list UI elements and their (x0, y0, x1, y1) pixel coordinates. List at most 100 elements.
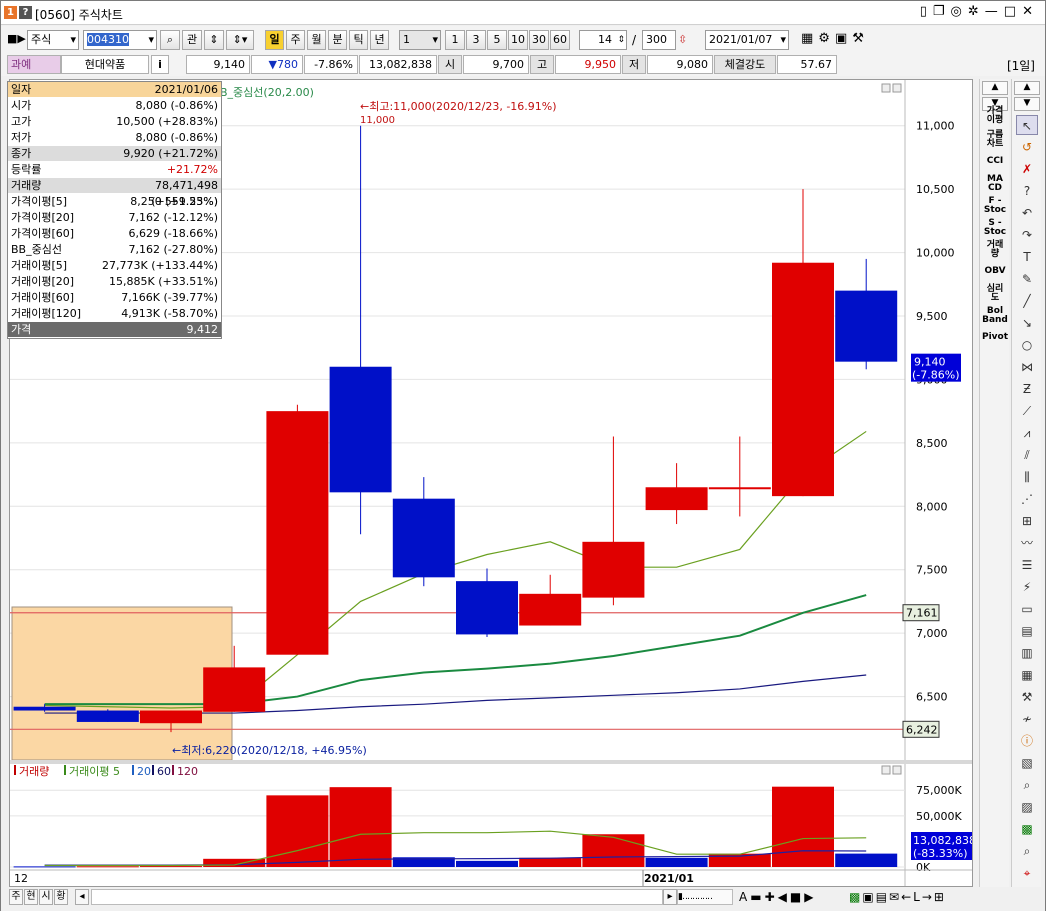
back-icon[interactable]: ← (901, 890, 913, 904)
stock-code-input[interactable]: 004310 ▾ (83, 30, 157, 50)
first-icon[interactable]: ◀ (778, 890, 790, 904)
bottom-tab[interactable]: 주 (9, 889, 23, 905)
lock-icon[interactable]: L (913, 890, 922, 904)
table-icon[interactable]: ▦ (1016, 665, 1038, 685)
spin-icon[interactable]: ⇕ (617, 31, 625, 49)
zoom-in-icon[interactable]: ✚ (765, 890, 778, 904)
channel-icon[interactable]: ⋰ (1016, 489, 1038, 509)
settings-icon[interactable]: ⚙ (818, 31, 835, 46)
period-minute-button[interactable]: 분 (328, 30, 347, 50)
interval-preset-30-button[interactable]: 30 (529, 30, 549, 50)
tools-scroll-up-icon[interactable]: ▲ (1014, 81, 1040, 95)
pencil-icon[interactable]: ✎ (1016, 269, 1038, 289)
period-week-button[interactable]: 주 (286, 30, 305, 50)
fan-icon[interactable]: ⩘ (1016, 423, 1038, 443)
price-tool-icon[interactable]: ≁ (1016, 709, 1038, 729)
link-icon[interactable]: ■▶ (7, 32, 26, 45)
tools-scroll-down-icon[interactable]: ▼ (1014, 97, 1040, 111)
favorites-button[interactable]: 관 (182, 30, 202, 50)
indicator-item[interactable]: 거래 량 (981, 241, 1009, 259)
pin-icon[interactable]: ▯ (920, 4, 933, 19)
window-icon[interactable]: ▭ (1016, 599, 1038, 619)
arrow-tool-icon[interactable]: ↘ (1016, 313, 1038, 333)
line-tool-icon[interactable]: ╱ (1016, 291, 1038, 311)
scrollbar-track[interactable] (91, 889, 663, 905)
play-icon[interactable]: ▶ (804, 890, 816, 904)
bottom-tab[interactable]: 황 (54, 889, 68, 905)
panel-scroll-up-icon[interactable]: ▲ (982, 81, 1008, 95)
crosshair-icon[interactable]: ⌖ (1016, 863, 1038, 883)
circle-tool-icon[interactable]: ○ (1016, 335, 1038, 355)
undo-icon[interactable]: ↶ (1016, 203, 1038, 223)
stepper-button[interactable]: ⇕▾ (226, 30, 254, 50)
scroll-left-button[interactable]: ◂ (75, 889, 89, 905)
indicator-item[interactable]: Bol Band (981, 307, 1009, 325)
indicator-item[interactable]: OBV (981, 267, 1009, 276)
sort-button[interactable]: ⇕ (204, 30, 224, 50)
cursor-icon[interactable]: ↖ (1016, 115, 1038, 135)
indicator-item[interactable]: MA CD (981, 175, 1009, 193)
minimize-button[interactable]: — (985, 4, 1004, 19)
adjust-icon[interactable]: ⇳ (678, 33, 687, 46)
cycle-icon[interactable]: ⫼ (1016, 467, 1038, 487)
note-icon[interactable]: ▤ (1016, 621, 1038, 641)
delete-all-icon[interactable]: ✗ (1016, 159, 1038, 179)
indicator-item[interactable]: F - Stoc (981, 197, 1009, 215)
period-day-button[interactable]: 일 (265, 30, 284, 50)
save-image-icon[interactable]: ▣ (862, 890, 875, 904)
zoom-slider[interactable]: ▮‥‥‥‥‥‥ (677, 889, 733, 905)
indicator-item[interactable]: 심리 도 (981, 285, 1009, 303)
levels-icon[interactable]: ☰ (1016, 555, 1038, 575)
interval-preset-10-button[interactable]: 10 (508, 30, 528, 50)
max-count-input[interactable]: 300 (642, 30, 676, 50)
maximize-button[interactable]: □ (1004, 4, 1022, 19)
print-icon[interactable]: ▤ (876, 890, 889, 904)
grid-tool-icon[interactable]: ⊞ (1016, 511, 1038, 531)
forward-icon[interactable]: → (922, 890, 934, 904)
help-icon[interactable]: ? (1016, 181, 1038, 201)
info-button[interactable]: i (151, 55, 169, 74)
excel-icon[interactable]: ▩ (1016, 819, 1038, 839)
analysis-icon[interactable]: ▨ (1016, 797, 1038, 817)
save-icon[interactable]: ▣ (835, 31, 852, 46)
indicator-item[interactable]: S - Stoc (981, 219, 1009, 237)
tools-icon[interactable]: ⚒ (852, 31, 869, 46)
display-count-input[interactable]: 14 ⇕ (579, 30, 627, 50)
interval-preset-60-button[interactable]: 60 (550, 30, 570, 50)
indicator-item[interactable]: 구름 차트 (981, 131, 1009, 149)
bottom-tab[interactable]: 시 (39, 889, 53, 905)
interval-preset-5-button[interactable]: 5 (487, 30, 507, 50)
gann-icon[interactable]: ⟋ (1016, 401, 1038, 421)
market-select[interactable]: 주식 ▾ (27, 30, 79, 50)
camera-icon[interactable]: ◎ (951, 4, 968, 19)
reset-icon[interactable]: ⊞ (934, 890, 946, 904)
wave-icon[interactable]: 〰 (1016, 533, 1038, 553)
fibonacci-icon[interactable]: ⋈ (1016, 357, 1038, 377)
search-button[interactable]: ⌕ (160, 30, 180, 50)
zoom-out-icon[interactable]: ▬ (750, 890, 764, 904)
font-size-icon[interactable]: A (739, 890, 750, 904)
auto-icon[interactable]: ⚡ (1016, 577, 1038, 597)
indicator-item[interactable]: Pivot (981, 333, 1009, 342)
chart-icon[interactable]: ▦ (801, 31, 818, 46)
copy-icon[interactable]: ❐ (933, 4, 951, 19)
wrench-icon[interactable]: ⚒ (1016, 687, 1038, 707)
indicator-item[interactable]: 가격 이평 (981, 107, 1009, 125)
bars-icon[interactable]: ▥ (1016, 643, 1038, 663)
excel-export-icon[interactable]: ▩ (849, 890, 862, 904)
help-badge[interactable]: ? (19, 6, 32, 19)
interval-preset-1-button[interactable]: 1 (445, 30, 465, 50)
text-tool-icon[interactable]: T (1016, 247, 1038, 267)
interval-select[interactable]: 1 ▾ (399, 30, 441, 50)
envelope-icon[interactable]: ✉ (889, 890, 901, 904)
close-button[interactable]: ✕ (1022, 4, 1039, 19)
ranking-icon[interactable]: ▧ (1016, 753, 1038, 773)
scroll-right-button[interactable]: ▸ (663, 889, 677, 905)
period-year-button[interactable]: 년 (370, 30, 389, 50)
date-input[interactable]: 2021/01/07 ▾ (705, 30, 789, 50)
period-month-button[interactable]: 월 (307, 30, 326, 50)
indicator-item[interactable]: CCI (981, 157, 1009, 166)
stop-icon[interactable]: ■ (790, 890, 804, 904)
search-icon[interactable]: ⌕ (1016, 841, 1038, 861)
period-tick-button[interactable]: 틱 (349, 30, 368, 50)
